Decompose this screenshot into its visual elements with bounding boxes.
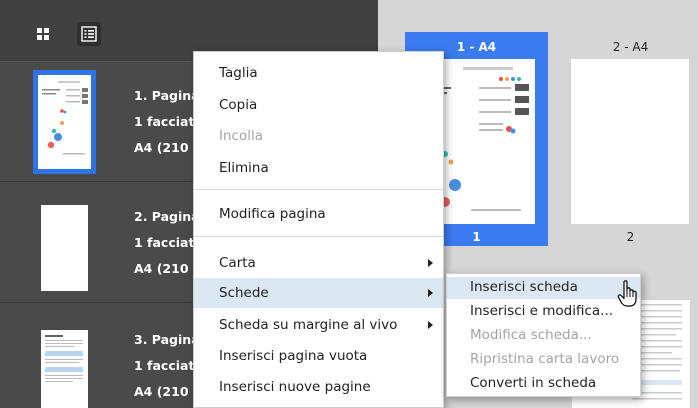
page-size: A4 (210 :	[134, 140, 198, 155]
submenu-arrow-icon	[428, 259, 433, 267]
page-preview	[41, 205, 88, 291]
hand-pointer-icon	[617, 280, 639, 312]
list-view-button[interactable]	[77, 22, 101, 46]
submenu-item-edit-tab[interactable]: Modifica scheda...	[447, 325, 640, 347]
submenu-item-insert-tab[interactable]: Inserisci scheda	[447, 277, 640, 299]
page-title: 3. Pagina	[134, 332, 200, 347]
menu-item-insert-new-pages[interactable]: Inserisci nuove pagine	[194, 372, 443, 402]
page-preview	[38, 75, 91, 169]
menu-item-bleed-tab[interactable]: Scheda su margine al vivo	[194, 310, 443, 340]
menu-item-label: Schede	[219, 285, 269, 301]
menu-item-paper[interactable]: Carta	[194, 248, 443, 278]
submenu-arrow-icon	[428, 321, 433, 329]
list-view-icon	[81, 26, 97, 42]
page-size: A4 (210 :	[134, 384, 198, 399]
thumbnail-number: 2	[626, 230, 635, 244]
menu-item-delete[interactable]: Elimina	[194, 153, 443, 183]
menu-item-label: Carta	[219, 255, 256, 271]
menu-separator	[194, 189, 443, 190]
thumbnail-card[interactable]: 2 - A4 2	[559, 32, 698, 246]
menu-item-edit-page[interactable]: Modifica pagina	[194, 199, 443, 229]
page-size: A4 (210 :	[134, 261, 198, 276]
page-thumbnail[interactable]	[33, 70, 96, 174]
page-preview	[571, 59, 689, 224]
submenu-item-convert-to-tab[interactable]: Converti in scheda	[447, 373, 640, 395]
menu-item-cut[interactable]: Taglia	[194, 58, 443, 88]
thumbnail-label: 2 - A4	[612, 40, 649, 54]
page-title: 1. Pagina	[134, 88, 200, 103]
menu-item-copy[interactable]: Copia	[194, 90, 443, 120]
grid-view-icon	[37, 28, 49, 40]
page-thumbnail[interactable]	[33, 314, 96, 408]
context-menu: Taglia Copia Incolla Elimina Modifica pa…	[193, 51, 444, 408]
menu-item-paste[interactable]: Incolla	[194, 121, 443, 151]
page-thumbnail[interactable]	[33, 191, 96, 295]
submenu-item-insert-and-edit[interactable]: Inserisci e modifica...	[447, 301, 640, 323]
submenu-arrow-icon	[428, 289, 433, 297]
menu-separator	[194, 236, 443, 237]
grid-view-button[interactable]	[31, 22, 55, 46]
menu-item-tabs[interactable]: Schede	[194, 278, 443, 308]
menu-item-insert-blank-page[interactable]: Inserisci pagina vuota	[194, 341, 443, 371]
page-preview	[41, 330, 88, 408]
submenu-item-restore-paper[interactable]: Ripristina carta lavoro	[447, 349, 640, 371]
tabs-submenu: Inserisci scheda Inserisci e modifica...…	[446, 273, 641, 397]
menu-item-label: Scheda su margine al vivo	[219, 317, 398, 333]
page-title: 2. Pagina	[134, 209, 200, 224]
